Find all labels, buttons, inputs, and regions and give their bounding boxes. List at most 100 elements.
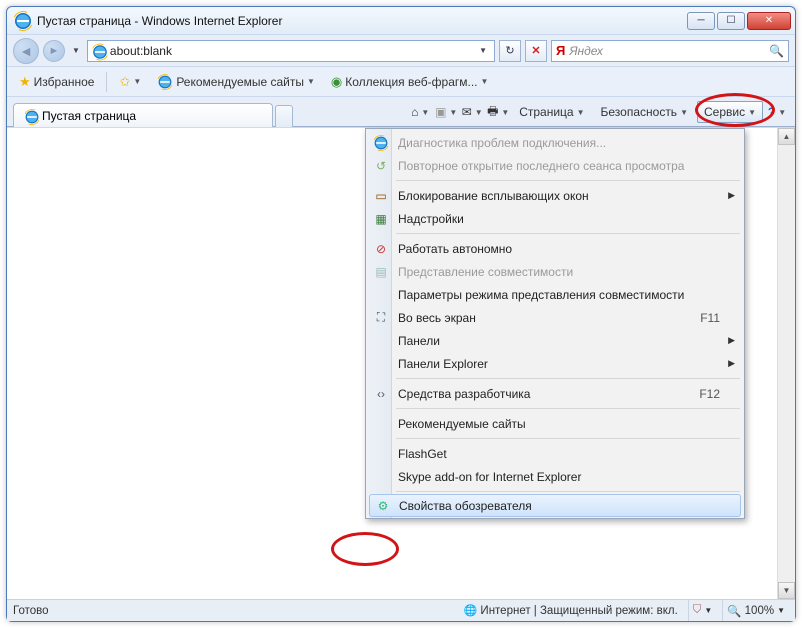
reopen-icon: ↺	[373, 158, 389, 174]
navigation-bar: ◄ ► ▼ about:blank ▼ ↻ ✕ Я Яндех 🔍	[7, 35, 795, 67]
page-menu-label: Страница	[519, 105, 573, 119]
menu-separator	[396, 491, 740, 492]
scroll-down-button[interactable]: ▼	[778, 582, 795, 599]
minimize-button[interactable]: ─	[687, 12, 715, 30]
tab-active[interactable]: Пустая страница	[13, 103, 273, 127]
address-bar[interactable]: about:blank ▼	[87, 40, 495, 62]
menu-separator	[396, 378, 740, 379]
devtools-icon: ‹›	[373, 386, 389, 402]
menu-item-reopen-session[interactable]: ↺ Повторное открытие последнего сеанса п…	[368, 154, 742, 177]
tab-title: Пустая страница	[42, 109, 136, 123]
menu-item-devtools[interactable]: ‹› Средства разработчика F12	[368, 382, 742, 405]
tab-toolbar-row: Пустая страница ⌂▼ ▣▼ ✉▼ 🖶▼ Страница▼ Бе…	[7, 97, 795, 127]
home-button[interactable]: ⌂▼	[408, 101, 432, 123]
tools-dropdown-menu: Диагностика проблем подключения... ↺ Пов…	[365, 128, 745, 519]
submenu-arrow-icon: ▶	[728, 335, 735, 346]
star-add-icon: ✩	[119, 74, 130, 90]
search-go-icon[interactable]: 🔍	[769, 44, 784, 58]
menu-label: Повторное открытие последнего сеанса про…	[398, 159, 684, 173]
back-button[interactable]: ◄	[13, 38, 39, 64]
menu-item-suggested-sites[interactable]: Рекомендуемые сайты	[368, 412, 742, 435]
scroll-track[interactable]	[778, 145, 795, 582]
content-area: ▲ ▼ Диагностика проблем подключения... ↺…	[7, 127, 795, 599]
safety-menu-button[interactable]: Безопасность▼	[594, 101, 695, 123]
menu-label: Параметры режима представления совместим…	[398, 288, 684, 302]
status-zone[interactable]: 🌐 Интернет | Защищенный режим: вкл.	[460, 600, 682, 621]
window-title: Пустая страница - Windows Internet Explo…	[37, 14, 685, 28]
star-icon: ★	[19, 74, 31, 90]
menu-item-flashget[interactable]: FlashGet	[368, 442, 742, 465]
status-zone-label: Интернет | Защищенный режим: вкл.	[480, 605, 677, 617]
menu-item-diagnose[interactable]: Диагностика проблем подключения...	[368, 131, 742, 154]
status-zoom-value: 100%	[745, 605, 774, 617]
menu-label: Рекомендуемые сайты	[398, 417, 526, 431]
window-controls: ─ ☐ ✕	[685, 12, 791, 30]
print-button[interactable]: 🖶▼	[486, 101, 510, 123]
menu-item-skype-addon[interactable]: Skype add-on for Internet Explorer	[368, 465, 742, 488]
dropdown-icon: ▼	[481, 77, 489, 86]
search-placeholder: Яндех	[569, 44, 765, 58]
maximize-button[interactable]: ☐	[717, 12, 745, 30]
help-button[interactable]: ?▼	[765, 101, 789, 123]
search-box[interactable]: Я Яндех 🔍	[551, 40, 789, 62]
tools-menu-label: Сервис	[704, 105, 745, 119]
compat-icon: ▤	[373, 264, 389, 280]
webslice-link[interactable]: ◉ Коллекция веб-фрагм... ▼	[327, 72, 493, 92]
menu-label: Панели	[398, 334, 440, 348]
menu-label: Во весь экран	[398, 311, 476, 325]
page-menu-button[interactable]: Страница▼	[512, 101, 591, 123]
menu-item-internet-options[interactable]: ⚙ Свойства обозревателя	[369, 494, 741, 517]
status-ready: Готово	[13, 605, 49, 617]
menu-separator	[396, 408, 740, 409]
menu-item-fullscreen[interactable]: ⛶ Во весь экран F11	[368, 306, 742, 329]
menu-label: Диагностика проблем подключения...	[398, 136, 606, 150]
menu-shortcut: F11	[700, 311, 720, 325]
address-url: about:blank	[110, 44, 472, 58]
address-dropdown[interactable]: ▼	[476, 46, 490, 55]
favorites-bar: ★ Избранное ✩ ▼ Рекомендуемые сайты ▼ ◉ …	[7, 67, 795, 97]
tools-menu-button[interactable]: Сервис▼	[697, 101, 763, 123]
menu-item-popup-blocker[interactable]: ▭ Блокирование всплывающих окон ▶	[368, 184, 742, 207]
new-tab-button[interactable]	[275, 105, 293, 127]
suggested-sites-link[interactable]: Рекомендуемые сайты ▼	[153, 72, 319, 92]
scroll-up-button[interactable]: ▲	[778, 128, 795, 145]
dropdown-icon: ▼	[777, 606, 785, 615]
menu-item-compat-settings[interactable]: Параметры режима представления совместим…	[368, 283, 742, 306]
menu-separator	[396, 233, 740, 234]
offline-icon: ⊘	[373, 241, 389, 257]
page-favicon-icon	[92, 44, 106, 58]
titlebar: Пустая страница - Windows Internet Explo…	[7, 7, 795, 35]
dropdown-icon: ▼	[133, 77, 141, 86]
forward-button[interactable]: ►	[43, 40, 65, 62]
webslice-icon: ◉	[331, 74, 342, 90]
menu-item-explorer-bars[interactable]: Панели Explorer ▶	[368, 352, 742, 375]
submenu-arrow-icon: ▶	[728, 358, 735, 369]
refresh-button[interactable]: ↻	[499, 40, 521, 62]
menu-label: Свойства обозревателя	[399, 499, 532, 513]
menu-label: Представление совместимости	[398, 265, 573, 279]
menu-item-addons[interactable]: ▦ Надстройки	[368, 207, 742, 230]
mail-button[interactable]: ✉▼	[460, 101, 484, 123]
status-protected-mode-toggle[interactable]: ⛉▼	[688, 600, 717, 621]
options-icon: ⚙	[375, 498, 391, 514]
tab-favicon-icon	[24, 109, 38, 123]
menu-item-work-offline[interactable]: ⊘ Работать автономно	[368, 237, 742, 260]
status-zoom[interactable]: 🔍 100% ▼	[722, 600, 789, 621]
vertical-scrollbar[interactable]: ▲ ▼	[778, 128, 795, 599]
add-favorites-split[interactable]: ✩ ▼	[115, 72, 145, 92]
menu-item-toolbars[interactable]: Панели ▶	[368, 329, 742, 352]
command-toolbar: ⌂▼ ▣▼ ✉▼ 🖶▼ Страница▼ Безопасность▼ Серв…	[408, 101, 789, 126]
menu-label: Работать автономно	[398, 242, 512, 256]
addons-icon: ▦	[373, 211, 389, 227]
nav-history-dropdown[interactable]: ▼	[69, 46, 83, 55]
feeds-button[interactable]: ▣▼	[434, 101, 458, 123]
webslice-label: Коллекция веб-фрагм...	[345, 75, 477, 89]
close-button[interactable]: ✕	[747, 12, 791, 30]
browser-window: Пустая страница - Windows Internet Explo…	[6, 6, 796, 622]
menu-item-compat-view[interactable]: ▤ Представление совместимости	[368, 260, 742, 283]
menu-label: Skype add-on for Internet Explorer	[398, 470, 581, 484]
stop-button[interactable]: ✕	[525, 40, 547, 62]
status-bar: Готово 🌐 Интернет | Защищенный режим: вк…	[7, 599, 795, 621]
fullscreen-icon: ⛶	[373, 310, 389, 326]
favorites-button[interactable]: ★ Избранное	[15, 72, 98, 92]
